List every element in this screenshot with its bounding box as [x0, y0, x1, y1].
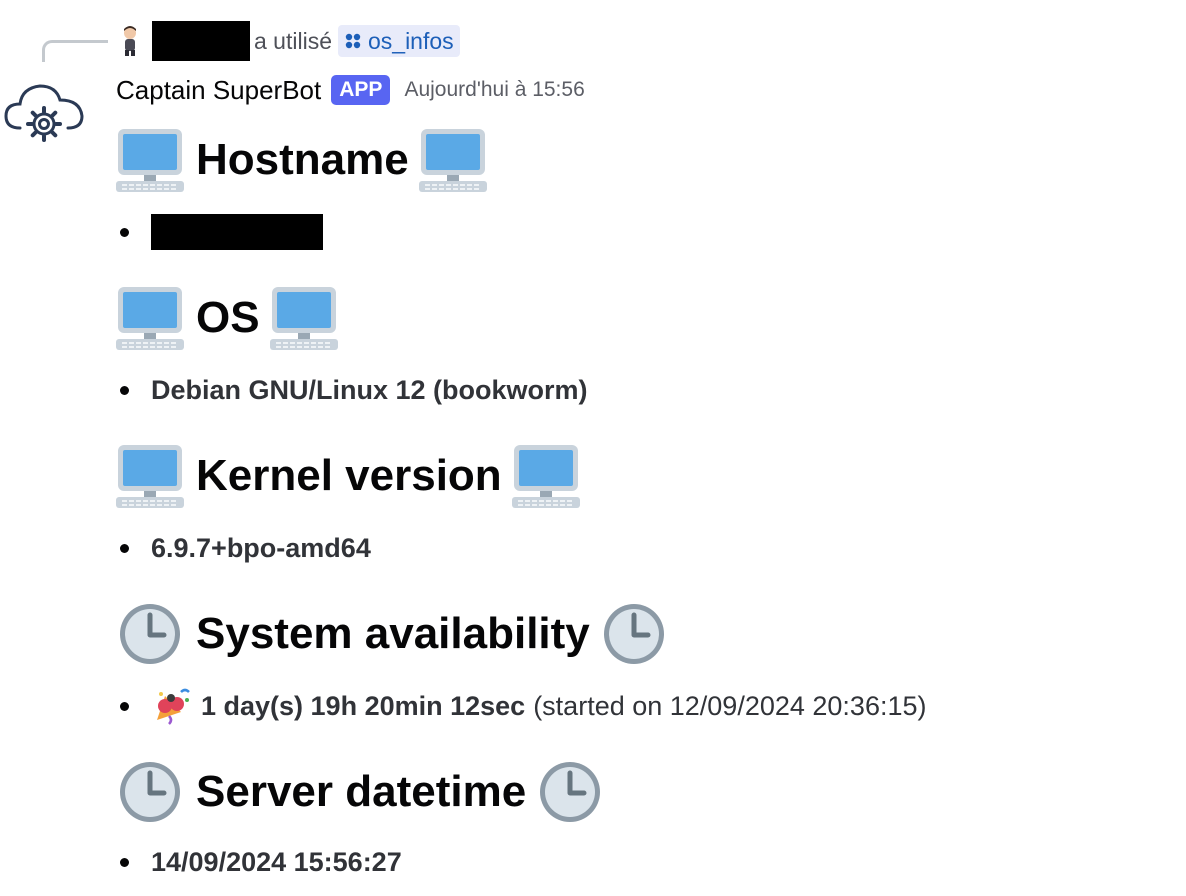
hostname-heading: Hostname	[116, 124, 487, 196]
app-command-icon	[345, 33, 361, 49]
message-timestamp[interactable]: Aujourd'hui à 15:56	[404, 78, 584, 102]
bot-avatar-cloud-gear-icon[interactable]	[2, 76, 86, 146]
desktop-computer-icon	[116, 443, 184, 509]
bullet-point	[120, 543, 129, 553]
bullet-point	[120, 857, 129, 867]
kernel-item: 6.9.7+bpo-amd64	[116, 528, 371, 568]
hostname-heading-text: Hostname	[196, 135, 409, 184]
clock-icon	[116, 759, 184, 825]
bullet-point	[120, 227, 129, 237]
os-value: Debian GNU/Linux 12 (bookworm)	[151, 374, 588, 405]
desktop-computer-icon	[270, 285, 338, 351]
desktop-computer-icon	[512, 443, 580, 509]
clock-icon	[116, 601, 184, 667]
app-badge: APP	[331, 75, 391, 105]
desktop-computer-icon	[419, 127, 487, 193]
message-header: Captain SuperBot APP Aujourd'hui à 15:56	[116, 70, 585, 110]
clock-icon	[600, 601, 668, 667]
bot-name[interactable]: Captain SuperBot	[116, 75, 321, 106]
reply-action-text: a utilisé	[254, 27, 332, 54]
os-item: Debian GNU/Linux 12 (bookworm)	[116, 370, 588, 410]
reply-context[interactable]: a utilisé os_infos	[116, 20, 460, 62]
bullet-point	[120, 701, 129, 711]
os-heading: OS	[116, 282, 338, 354]
availability-item: 1 day(s) 19h 20min 12sec (started on 12/…	[116, 686, 926, 726]
user-avatar[interactable]	[116, 25, 144, 57]
bullet-point	[120, 385, 129, 395]
kernel-value: 6.9.7+bpo-amd64	[151, 532, 371, 563]
party-popper-icon	[157, 688, 190, 725]
desktop-computer-icon	[116, 285, 184, 351]
kernel-heading: Kernel version	[116, 440, 580, 512]
command-name: os_infos	[367, 27, 454, 54]
hostname-item	[116, 212, 323, 252]
datetime-heading: Server datetime	[116, 756, 604, 828]
redacted-username	[152, 21, 250, 61]
datetime-heading-text: Server datetime	[196, 767, 527, 816]
uptime-started-on: (started on 12/09/2024 20:36:15)	[533, 690, 927, 721]
uptime-value: 1 day(s) 19h 20min 12sec	[201, 690, 526, 721]
availability-heading: System availability	[116, 598, 668, 670]
redacted-hostname	[151, 214, 323, 250]
os-heading-text: OS	[196, 293, 260, 342]
datetime-value: 14/09/2024 15:56:27	[151, 846, 402, 877]
availability-heading-text: System availability	[196, 609, 590, 658]
desktop-computer-icon	[116, 127, 184, 193]
datetime-item: 14/09/2024 15:56:27	[116, 842, 402, 882]
command-mention[interactable]: os_infos	[337, 25, 460, 57]
reply-connector	[42, 40, 108, 62]
clock-icon	[536, 759, 604, 825]
kernel-heading-text: Kernel version	[196, 451, 502, 500]
